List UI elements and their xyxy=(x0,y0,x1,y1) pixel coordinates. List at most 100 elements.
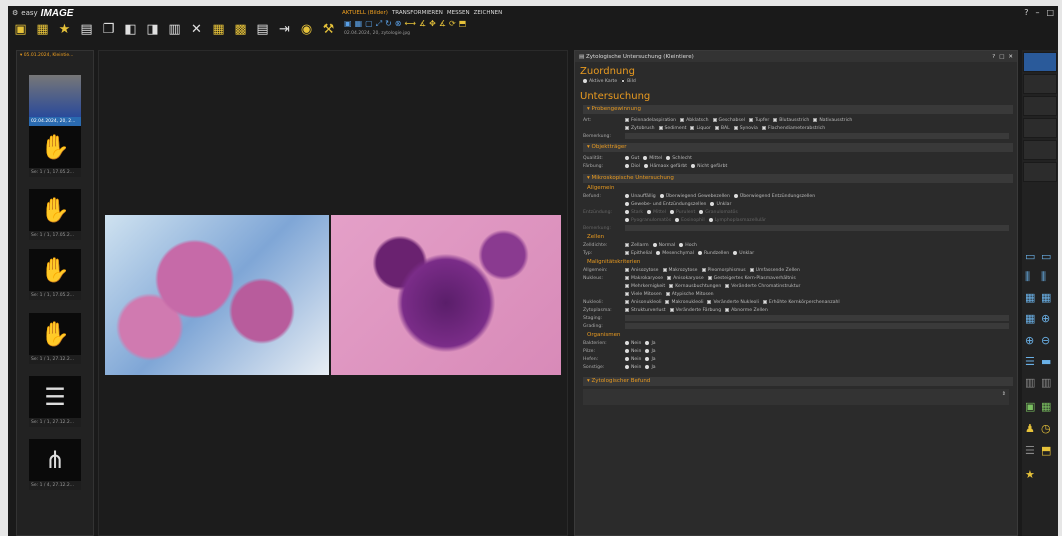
grading-input[interactable] xyxy=(625,323,1009,329)
image-star-icon[interactable]: ★ xyxy=(56,21,73,38)
layout-1-icon[interactable] xyxy=(1023,52,1057,72)
image-add-icon[interactable]: ▩ xyxy=(232,21,249,38)
list-alt-icon[interactable]: ☰ xyxy=(1025,444,1035,457)
image-star-icon[interactable]: ★ xyxy=(1025,468,1035,481)
select-icon[interactable]: ⤢ xyxy=(376,19,382,29)
befund-textarea[interactable]: ⇕ xyxy=(583,389,1009,405)
thumbnail-item[interactable]: ✋ Se: 1 / 1, 17.05.2... xyxy=(29,126,81,177)
angle-icon[interactable]: ∡ xyxy=(419,19,426,29)
image-grid-icon[interactable]: ▦ xyxy=(355,19,363,29)
image-viewer[interactable] xyxy=(98,50,568,536)
image-copy-icon[interactable]: ❐ xyxy=(100,21,117,38)
zuordnung-row: Aktive Karte Bild xyxy=(575,77,1017,85)
thumbnail-label: Se: 1 / 4, 27.12.2... xyxy=(29,481,81,490)
section-zytologischer-befund[interactable]: ▾ Zytologischer Befund xyxy=(583,377,1013,386)
maximize-button[interactable]: □ xyxy=(1046,8,1054,17)
monitor-icon[interactable]: ▭ xyxy=(1025,250,1035,263)
save-icon[interactable]: ▥ xyxy=(166,21,183,38)
tab-transformieren[interactable]: TRANSFORMIEREN xyxy=(392,10,443,16)
bemerkung-input[interactable] xyxy=(625,133,1009,139)
gallery-icon[interactable]: ▦ xyxy=(1041,400,1051,413)
gallery-icon[interactable]: ▦ xyxy=(210,21,227,38)
section-objekttraeger[interactable]: ▾ Objektträger xyxy=(583,143,1013,152)
subheading-organismen: Organismen xyxy=(587,332,621,338)
layout-2-icon[interactable] xyxy=(1023,74,1057,94)
staging-row: Staging: xyxy=(575,314,1017,322)
thumbnail-item[interactable]: ✋ Se: 1 / 1, 27.12.2... xyxy=(29,313,81,364)
paste-icon[interactable]: ◨ xyxy=(144,21,161,38)
refresh-icon[interactable]: ↻ xyxy=(385,19,392,29)
film-strip-alt-icon[interactable]: ▥ xyxy=(1041,376,1051,389)
layout-6-icon[interactable] xyxy=(1023,162,1057,182)
move-icon[interactable]: ✥ xyxy=(429,19,436,29)
tab-zeichnen[interactable]: ZEICHNEN xyxy=(474,10,503,16)
sonstige-row: Sonstige: Nein Ja xyxy=(583,364,656,370)
image-export-icon[interactable]: ▦ xyxy=(34,21,51,38)
thumbnail-item[interactable]: ⋔ Se: 1 / 4, 27.12.2... xyxy=(29,439,81,490)
faerbung-row: Färbung: Diol Hämaox gefärbt Nicht gefär… xyxy=(583,163,728,169)
measure-icon[interactable]: ∡ xyxy=(439,19,446,29)
tab-aktuell[interactable]: AKTUELL (Bilder) xyxy=(342,10,388,16)
layout-4-icon[interactable] xyxy=(1023,118,1057,138)
form-close-button[interactable]: ✕ xyxy=(1008,54,1013,60)
grid-view-icon[interactable]: ▦ xyxy=(1025,312,1035,325)
minimize-button[interactable]: – xyxy=(1035,8,1039,17)
ruler-icon[interactable]: ⟷ xyxy=(405,19,416,29)
zoom-in-icon[interactable]: ⊕ xyxy=(1041,312,1050,325)
thumbnail-item[interactable]: ✋ Se: 1 / 1, 17.05.2... xyxy=(29,249,81,300)
section-mikroskopisch[interactable]: ▾ Mikroskopische Untersuchung xyxy=(583,174,1013,183)
monitor-dual-icon[interactable]: ▭ xyxy=(1041,250,1051,263)
subheading-zellen: Zellen xyxy=(587,234,605,240)
zoom-icon[interactable]: ⊗ xyxy=(395,19,402,29)
image-split-icon[interactable]: ▦ xyxy=(1041,291,1051,304)
list-view-icon[interactable]: ☰ xyxy=(1025,355,1035,368)
grading-row: Grading: xyxy=(575,322,1017,330)
panel-view-icon[interactable]: ▬ xyxy=(1041,355,1051,368)
zoom-in-alt-icon[interactable]: ⊕ xyxy=(1025,334,1034,347)
clock-icon[interactable]: ◷ xyxy=(1041,422,1051,435)
image-save-icon[interactable]: ▣ xyxy=(12,21,29,38)
layout-5-icon[interactable] xyxy=(1023,140,1057,160)
radio-aktive-karte[interactable]: Aktive Karte xyxy=(583,79,617,84)
columns-alt-icon[interactable]: ⫼ xyxy=(1041,270,1046,284)
tools-icon[interactable]: ⚒ xyxy=(320,21,337,38)
thumbnail-item[interactable]: ✋ Se: 1 / 1, 17.05.2... xyxy=(29,189,81,240)
staging-input[interactable] xyxy=(625,315,1009,321)
spinner-icon[interactable]: ⇕ xyxy=(1002,391,1006,397)
bemerkung-mikro-input[interactable] xyxy=(625,225,1009,231)
settings-image-icon[interactable]: ◉ xyxy=(298,21,315,38)
scanner-icon[interactable]: ▤ xyxy=(78,21,95,38)
copy-icon[interactable]: ◧ xyxy=(122,21,139,38)
users-icon[interactable]: ♟ xyxy=(1025,422,1035,435)
image-view-icon[interactable]: ▦ xyxy=(1025,291,1035,304)
columns-icon[interactable]: ⫼ xyxy=(1025,270,1030,284)
image-icon[interactable]: ▢ xyxy=(365,19,373,29)
film-strip-icon[interactable]: ▥ xyxy=(1025,376,1035,389)
nukleoli-row: Nukleoli: Anisonukleoli Makronukleoli Ve… xyxy=(583,299,840,305)
form-maximize-button[interactable]: □ xyxy=(999,54,1004,60)
zoom-out-icon[interactable]: ⊖ xyxy=(1041,334,1050,347)
bemerkung-mikro-row: Bemerkung: xyxy=(575,224,1017,232)
overview-icon[interactable]: ▣ xyxy=(344,19,352,29)
help-button[interactable]: ? xyxy=(1024,8,1028,17)
rotate-icon[interactable]: ⟳ xyxy=(449,19,456,29)
tab-messen[interactable]: MESSEN xyxy=(447,10,470,16)
section-probengewinnung[interactable]: ▾ Probengewinnung xyxy=(583,105,1013,114)
layout-3-icon[interactable] xyxy=(1023,96,1057,116)
logo-brand: IMAGE xyxy=(40,7,74,19)
nukleus-row-2: Mehrkernigkeit Kernausbuchtungen Verände… xyxy=(575,282,1017,290)
entzuendung-row-1: Entzündung: Stark Mittel Purulent Granul… xyxy=(583,209,738,215)
delete-icon[interactable]: ✕ xyxy=(188,21,205,38)
tag-icon[interactable]: ⬒ xyxy=(459,19,467,29)
zelldichte-row: Zelldichte: Zellarm Normal Hoch xyxy=(583,242,697,248)
export-icon[interactable]: ▣ xyxy=(1025,400,1035,413)
radio-bild[interactable]: Bild xyxy=(621,79,636,84)
import-icon[interactable]: ⇥ xyxy=(276,21,293,38)
thumbnail-item[interactable]: ☰ Se: 1 / 1, 27.12.2... xyxy=(29,376,81,427)
art-row-1: Art: Feinnadelaspiration Abklatsch Gesch… xyxy=(583,117,853,123)
print-icon[interactable]: ▤ xyxy=(254,21,271,38)
thumbnail-item[interactable]: 02.04.2024, 20, 2... xyxy=(29,75,81,126)
form-help-button[interactable]: ? xyxy=(992,54,995,60)
thumbnail-panel-header[interactable]: ▾ 05.01.2024, Kleintie... xyxy=(17,51,93,60)
tag-icon[interactable]: ⬒ xyxy=(1041,444,1051,457)
